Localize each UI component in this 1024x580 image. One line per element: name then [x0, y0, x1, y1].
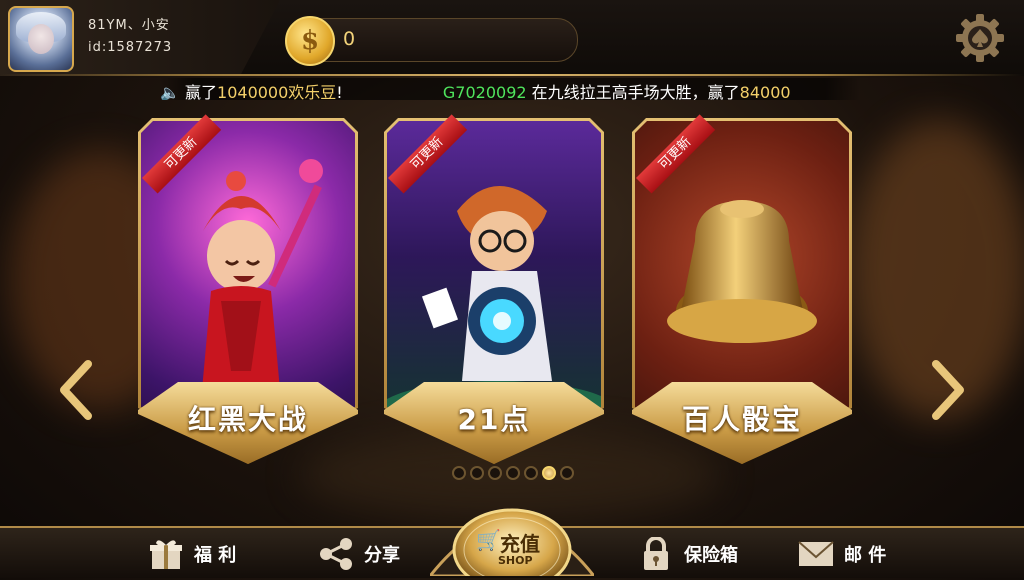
profile-panel[interactable]: 81YM、小安 id:1587273	[0, 0, 280, 76]
mail-icon	[798, 541, 834, 566]
mail-button[interactable]: 邮 件	[796, 534, 886, 574]
game-name: 21点	[457, 403, 531, 436]
safe-button[interactable]: 保险箱	[636, 534, 738, 574]
page-dot[interactable]	[470, 466, 484, 480]
welfare-label: 福 利	[194, 545, 237, 566]
lock-icon	[644, 537, 668, 570]
share-label: 分享	[364, 545, 400, 566]
page-dot[interactable]	[488, 466, 502, 480]
announcement-marquee: 🔈 赢了1040000欢乐豆! G7020092 在九线拉王高手场大胜，赢了84…	[160, 78, 860, 100]
safe-label: 保险箱	[684, 545, 738, 566]
game-name: 百人骰宝	[681, 403, 802, 436]
game-card-sicbo[interactable]: 可更新 百人骰宝	[632, 114, 852, 464]
page-dot[interactable]	[524, 466, 538, 480]
next-arrow-icon[interactable]	[932, 360, 966, 420]
coin-balance: 0	[343, 28, 356, 50]
recharge-label: 充值	[500, 532, 540, 556]
marquee-text-end: !	[336, 83, 343, 100]
recharge-shop-button[interactable]: 🛒 充值 SHOP	[426, 492, 598, 580]
mail-label: 邮 件	[844, 545, 887, 566]
avatar-face	[28, 24, 54, 54]
shop-label: SHOP	[498, 554, 533, 567]
game-card-red-black[interactable]: 可更新 红黑大战	[138, 114, 358, 464]
marquee-amount-2: 84000	[739, 83, 791, 100]
marquee-text-2: 在九线拉王高手场大胜，赢了	[531, 83, 740, 100]
marquee-text: 赢了	[185, 83, 218, 100]
gift-icon	[150, 540, 182, 569]
share-button[interactable]: 分享	[316, 534, 400, 574]
marquee-player: G7020092	[442, 83, 527, 100]
cart-icon: 🛒	[476, 528, 501, 552]
coin-balance-bar[interactable]: $ 0	[285, 16, 578, 66]
user-id: id:1587273	[88, 40, 173, 55]
top-bar-edge	[0, 74, 1024, 76]
page-dot[interactable]	[560, 466, 574, 480]
page-dot[interactable]	[506, 466, 520, 480]
game-card-21[interactable]: 可更新 21点	[384, 114, 604, 464]
marquee-amount: 1040000欢乐豆	[217, 83, 337, 100]
page-dot[interactable]	[452, 466, 466, 480]
user-name: 81YM、小安	[88, 18, 170, 33]
game-name: 红黑大战	[187, 403, 308, 436]
settings-gear-icon[interactable]	[952, 10, 1008, 66]
page-dot[interactable]	[542, 466, 556, 480]
welfare-button[interactable]: 福 利	[146, 534, 236, 574]
share-icon	[320, 538, 352, 570]
top-bar: 81YM、小安 id:1587273 $ 0	[0, 0, 1024, 76]
prev-arrow-icon[interactable]	[58, 360, 92, 420]
page-indicator	[452, 466, 574, 480]
avatar[interactable]	[8, 6, 74, 72]
coin-icon: $	[285, 16, 335, 66]
speaker-icon: 🔈	[160, 83, 180, 100]
